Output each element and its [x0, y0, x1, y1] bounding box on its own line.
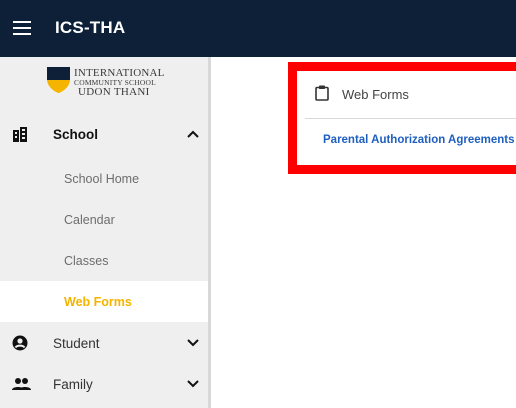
sidebar-subitem-classes[interactable]: Classes — [0, 240, 208, 281]
menu-icon[interactable] — [13, 21, 31, 35]
card-divider — [305, 118, 516, 119]
building-icon — [13, 127, 27, 142]
sidebar-subitem-school-home[interactable]: School Home — [0, 158, 208, 199]
app-title: ICS-THA — [55, 18, 126, 37]
chevron-down-icon[interactable] — [187, 380, 199, 388]
sidebar-item-label: Student — [53, 335, 100, 351]
sidebar-item-label: Family — [53, 376, 93, 392]
chevron-down-icon[interactable] — [187, 339, 199, 347]
sidebar-subitem-web-forms[interactable]: Web Forms — [0, 281, 208, 322]
sidebar-item-family[interactable]: Family — [0, 364, 208, 404]
parental-authorization-link[interactable]: Parental Authorization Agreements — [323, 134, 515, 146]
school-logo[interactable]: INTERNATIONAL COMMUNITY SCHOOL UDON THAN… — [47, 67, 177, 101]
sidebar-subitem-label: Classes — [64, 253, 109, 268]
sidebar-subitem-label: Web Forms — [64, 294, 132, 309]
sidebar-item-label: School — [53, 126, 99, 142]
sidebar-item-school[interactable]: School — [0, 114, 208, 154]
clipboard-icon — [315, 85, 329, 101]
people-icon — [12, 378, 31, 390]
account-circle-icon — [12, 335, 28, 351]
sidebar: INTERNATIONAL COMMUNITY SCHOOL UDON THAN… — [0, 57, 211, 408]
sidebar-subitem-label: School Home — [64, 171, 140, 186]
logo-line-3: UDON THANI — [78, 86, 150, 98]
sidebar-subitem-calendar[interactable]: Calendar — [0, 199, 208, 240]
sidebar-item-student[interactable]: Student — [0, 323, 208, 363]
chevron-up-icon[interactable] — [187, 130, 199, 138]
sidebar-subitem-label: Calendar — [64, 212, 115, 227]
top-app-bar: ICS-THA — [0, 0, 516, 57]
card-title: Web Forms — [342, 87, 409, 102]
school-crest-icon — [47, 67, 70, 93]
